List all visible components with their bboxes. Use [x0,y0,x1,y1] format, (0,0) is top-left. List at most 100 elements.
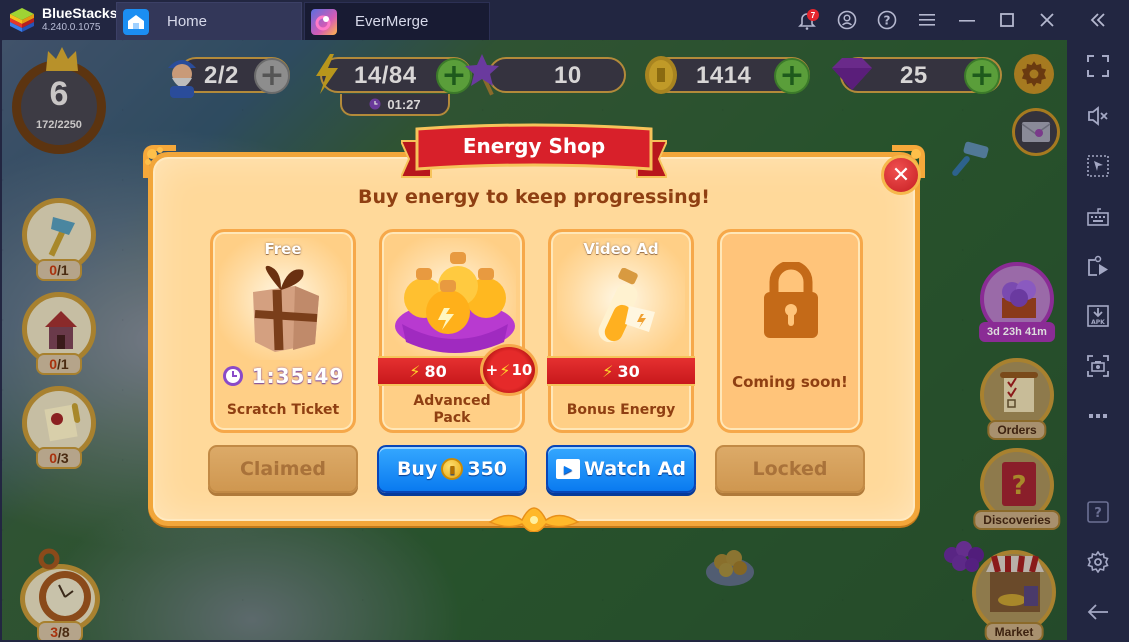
screenshot-button[interactable] [1080,348,1116,384]
energy-amount: 30 [617,361,640,381]
help-square-icon: ? [1087,501,1109,523]
game-settings-button[interactable] [1014,54,1054,94]
watch-ad-button[interactable]: ▶ Watch Ad [546,445,696,493]
volume-button[interactable] [1080,98,1116,134]
energy-bolt-icon: ⚡ [602,361,614,381]
event-chest-button[interactable]: 3d 23h 41m [979,262,1055,342]
bluestacks-logo-icon [10,8,34,32]
bluestacks-sidebar: APK ? [1067,40,1129,642]
svg-text:?: ? [884,14,891,28]
tab-home[interactable]: Home [116,2,302,40]
house-icon [45,311,77,349]
add-gems-button[interactable]: + [964,58,1000,94]
energy-shop-dialog: Energy Shop ✕ Buy energy to keep progres… [143,108,925,532]
gems-value: 25 [900,62,928,89]
back-button[interactable] [1080,594,1116,630]
energy-bolt-icon [316,54,338,94]
offer-card-bonus-energy[interactable]: Video Ad ⚡ 30 Bonus Energy [547,229,695,433]
discoveries-button[interactable]: ? Discoveries [973,448,1061,530]
quest-scroll[interactable]: 0/3 [22,386,96,469]
quest-axe[interactable]: 0/1 [22,198,96,281]
gnome-worker-icon [168,60,196,98]
help-icon: ? [877,10,897,30]
magic-wand-star-icon [465,54,499,96]
keyboard-controls-button[interactable] [1080,198,1116,234]
account-button[interactable] [827,0,867,40]
account-icon [837,10,857,30]
coins-value: 1414 [696,62,752,89]
market-button[interactable]: Market [972,550,1056,640]
clock-icon [222,366,243,386]
offer-name: Advanced Pack [413,393,491,426]
quest-progress: 0/3 [36,447,82,469]
pocket-watch-icon [38,548,91,623]
button-label: Watch Ad [584,458,686,480]
market-label: Market [984,622,1044,640]
timer-value: 1:35:49 [251,364,345,388]
scratch-ticket-timer: 1:35:49 [213,364,353,388]
media-manager-button[interactable] [1080,248,1116,284]
help-button[interactable]: ? [867,0,907,40]
add-workers-button[interactable]: + [254,58,290,94]
app-version: 4.240.0.1075 [42,22,101,33]
button-label: Locked [752,458,828,480]
minimize-button[interactable] [947,0,987,40]
dialog-title: Energy Shop [462,134,606,158]
close-window-button[interactable] [1027,0,1067,40]
energy-bolt-icon: ⚡ [409,361,421,381]
tab-evermerge[interactable]: EverMerge [304,2,490,40]
notifications-button[interactable]: 7 [787,0,827,40]
video-film-icon: ▶ [556,459,581,479]
locked-button[interactable]: Locked [715,445,865,493]
menu-button[interactable] [907,0,947,40]
energy-counter: 14/84 + [320,57,472,94]
close-x-icon: ✕ [891,162,911,188]
svg-text:?: ? [1011,471,1026,501]
player-xp: 172/2250 [36,119,82,131]
keyboard-icon [1087,208,1109,226]
maximize-button[interactable] [987,0,1027,40]
add-coins-button[interactable]: + [774,58,810,94]
crystal-chest-icon [1002,280,1036,318]
workers-value: 2/2 [204,62,239,89]
gold-coin-icon: ▮ [441,458,464,480]
gift-box-icon [253,265,319,352]
camera-icon [1087,355,1109,377]
mail-button[interactable] [1012,108,1060,156]
minimize-icon [959,20,975,22]
gear-icon [1087,551,1109,573]
offer-tag: Free [264,240,302,258]
collapse-sidebar-button[interactable] [1067,0,1129,40]
orders-button[interactable]: Orders [980,358,1054,440]
claimed-button[interactable]: Claimed [208,445,358,493]
menu-icon [919,14,935,26]
quest-house[interactable]: 0/1 [22,292,96,375]
collapse-sidebar-icon [1090,13,1105,27]
game-viewport[interactable]: 6 172/2250 2/2 + 14/84 + 01:27 10 1414 +… [2,40,1067,640]
close-icon [1040,13,1054,27]
corner-ornament-icon [143,145,176,178]
quest-pocket-watch[interactable]: 3/8 [20,548,100,640]
more-icon [1089,414,1107,418]
pointer-mode-button[interactable] [1080,148,1116,184]
help-sidebar-button[interactable]: ? [1080,494,1116,530]
cursor-select-icon [1087,155,1109,177]
fullscreen-button[interactable] [1080,48,1116,84]
install-apk-button[interactable]: APK [1080,298,1116,334]
envelope-icon [1021,122,1051,142]
settings-button[interactable] [1080,544,1116,580]
buy-advanced-pack-button[interactable]: Buy ▮ 350 [377,445,527,493]
button-price: 350 [467,458,508,480]
offer-card-scratch-ticket[interactable]: Free 1:35:49 Scratch Ticket [210,229,356,433]
offer-card-advanced-pack[interactable]: ⚡ 80 + ⚡ 10 Advanced Pack [378,229,538,433]
event-timer: 3d 23h 41m [979,322,1055,342]
bonus-amount: 10 [511,361,533,379]
evermerge-app-icon [311,8,337,35]
gold-coin-icon [645,56,677,94]
bonus-energy-seal: + ⚡ 10 [480,344,538,396]
energy-amount-band: ⚡ 30 [547,356,695,386]
coming-soon-label: Coming soon! [732,373,848,391]
more-button[interactable] [1080,398,1116,434]
player-level: 6 [49,75,69,113]
energy-potion-vial-icon [598,268,655,343]
